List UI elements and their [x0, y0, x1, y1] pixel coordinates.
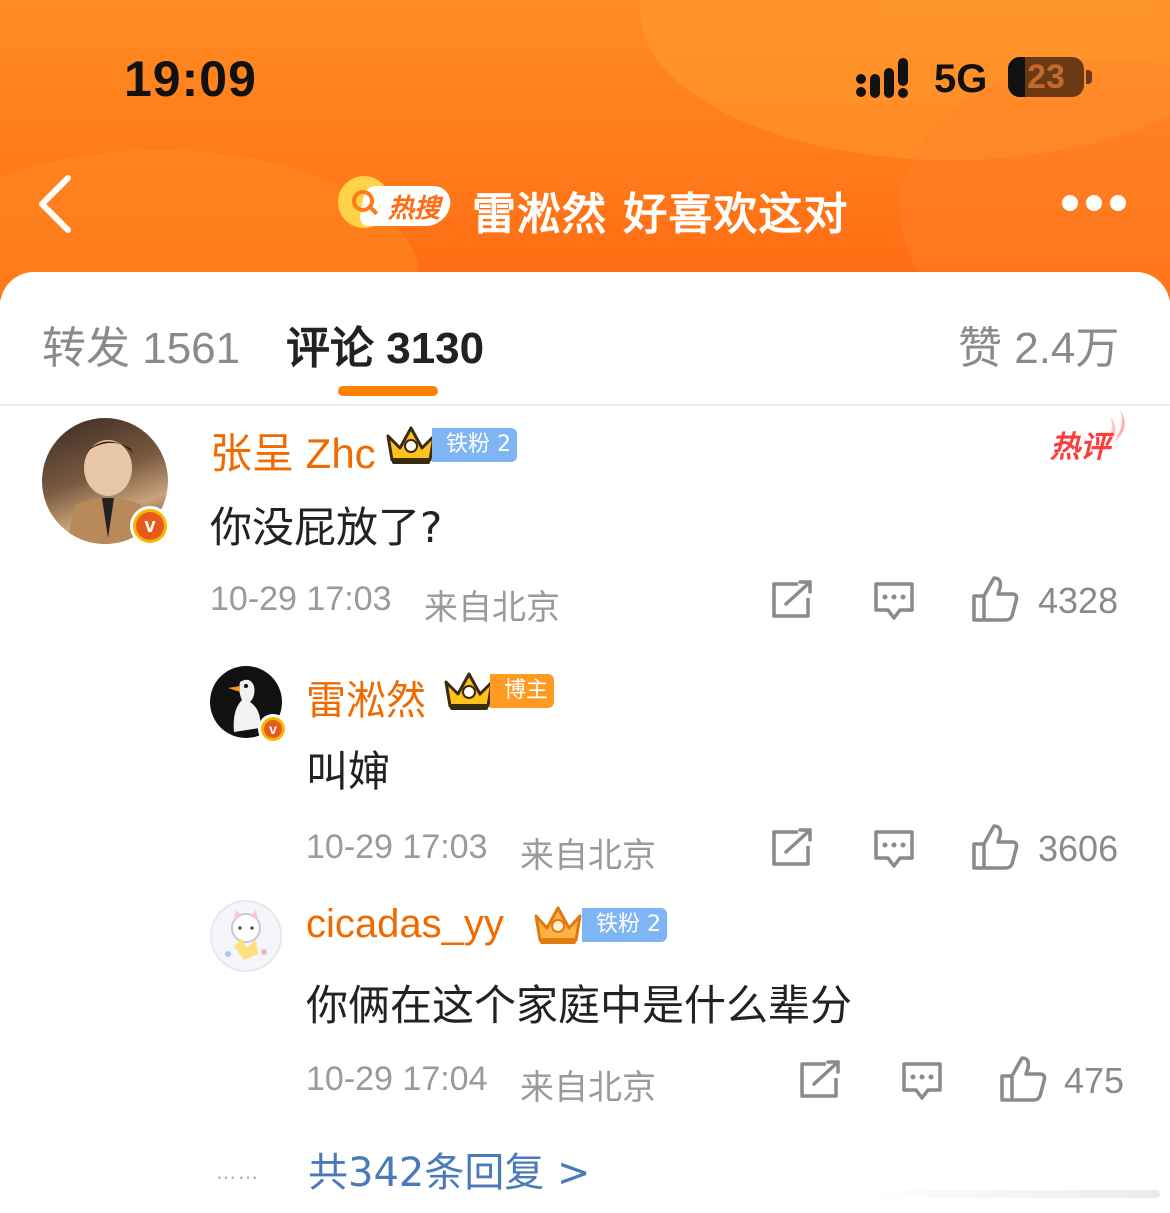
crown-icon [534, 906, 582, 944]
battery-level: 23 [1027, 58, 1065, 96]
reply-time: 10-29 17:03 [306, 828, 488, 866]
battery-icon: 23 [1008, 57, 1084, 97]
reply-location: 来自北京 [520, 1069, 656, 1107]
hot-search-logo[interactable]: 热搜 [338, 176, 454, 230]
like-icon[interactable] [970, 574, 1020, 624]
like-count: 3606 [1038, 828, 1119, 869]
back-arrow-icon[interactable] [34, 172, 84, 236]
reply-username[interactable]: 雷淞然 [306, 668, 426, 726]
reply-text: 你俩在这个家庭中是什么辈分 [306, 981, 853, 1030]
more-dots-icon[interactable] [1058, 192, 1128, 214]
dot [1062, 195, 1078, 211]
page-title: 雷淞然 好喜欢这对 [472, 189, 849, 240]
fan-tag: 铁粉 2 [582, 908, 667, 942]
comment-text: 你没屁放了? [210, 503, 443, 552]
tab-likes[interactable]: 赞 2.4万 [958, 312, 1119, 376]
reply-username[interactable]: cicadas_yy [306, 902, 504, 947]
tab-repost[interactable]: 转发 1561 [42, 312, 240, 376]
verified-v-icon: v [258, 714, 288, 744]
signal-icon [856, 58, 908, 98]
share-icon[interactable] [770, 580, 814, 620]
like-count: 475 [1064, 1060, 1125, 1101]
like-icon[interactable] [998, 1054, 1048, 1104]
status-time: 19:09 [124, 51, 257, 107]
battery-tip [1086, 70, 1092, 84]
comment-icon[interactable] [900, 1060, 944, 1102]
active-tab-indicator [338, 386, 438, 396]
verified-v-glyph: v [136, 512, 164, 540]
reply-time: 10-29 17:04 [306, 1060, 488, 1098]
share-icon[interactable] [798, 1060, 842, 1100]
share-icon[interactable] [770, 828, 814, 868]
reply-text: 叫婶 [306, 747, 391, 796]
more-dots-divider: …… [216, 1160, 260, 1184]
host-tag: 博主 [490, 674, 555, 708]
dot [1110, 195, 1126, 211]
avatar[interactable] [210, 900, 282, 972]
top-header [0, 0, 1170, 300]
hot-comment-badge: 热评 [1050, 408, 1132, 468]
avatar-image [225, 910, 267, 960]
comment-icon[interactable] [872, 580, 916, 622]
comment-location: 来自北京 [424, 589, 560, 627]
verified-v-glyph: v [264, 720, 282, 738]
network-type: 5G [934, 57, 988, 101]
hot-comment-label: 热评 [1050, 430, 1110, 465]
tab-comments[interactable]: 评论 3130 [286, 312, 484, 376]
fan-tag: 铁粉 2 [432, 428, 517, 462]
verified-v-icon: v [130, 506, 170, 546]
view-all-replies-link[interactable]: 共342条回复 > [308, 1140, 591, 1198]
search-icon [352, 190, 374, 212]
like-icon[interactable] [970, 822, 1020, 872]
scroll-shadow [860, 1190, 1160, 1198]
hot-search-label: 热搜 [388, 194, 441, 224]
comment-time: 10-29 17:03 [210, 580, 392, 618]
comment-icon[interactable] [872, 828, 916, 870]
reply-location: 来自北京 [520, 837, 656, 875]
crown-icon [386, 426, 436, 464]
dot [1086, 195, 1102, 211]
like-count: 4328 [1038, 580, 1119, 621]
divider [0, 404, 1170, 406]
crown-icon [444, 672, 494, 710]
comment-username[interactable]: 张呈 Zhc [210, 420, 376, 481]
